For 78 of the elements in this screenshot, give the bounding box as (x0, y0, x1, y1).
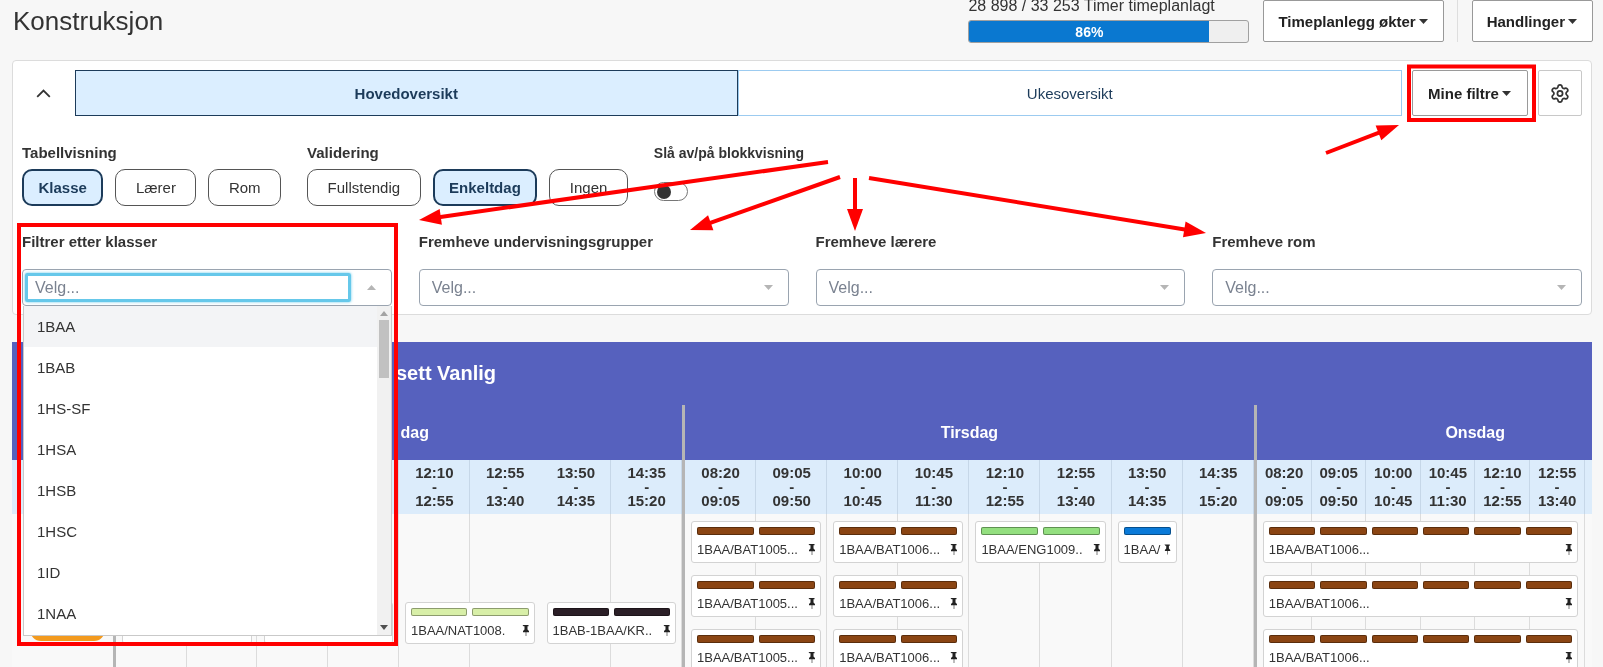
lesson-label: 1BAA/BAT1006... (1268, 595, 1370, 611)
lesson-card[interactable]: 1BAA/BAT1006... (833, 575, 964, 617)
lesson-label: 1BAA/BAT1006... (839, 541, 941, 557)
scroll-up-icon[interactable] (379, 311, 388, 316)
option-button[interactable]: Fullstendig (307, 169, 421, 206)
filter-label: Fremheve undervisningsgrupper (418, 232, 654, 252)
option-button[interactable]: Enkeltdag (432, 169, 538, 206)
lesson-card[interactable]: 1BAA/BAT1006... (1262, 575, 1579, 617)
group-label: Tabellvisning (22, 144, 118, 162)
lesson-card[interactable]: 1BAA/BAT1005... (691, 521, 822, 563)
time-range: 08:20 - 09:05 (701, 466, 740, 508)
time-range: 12:55 - 13:40 (1056, 466, 1096, 508)
dropdown-option[interactable]: 1BAA (24, 306, 377, 347)
filter-menu-button[interactable]: Mine filtre (1411, 70, 1528, 116)
time-range: 12:55 - 13:40 (1537, 466, 1577, 508)
time-range: 14:35 - 15:20 (1199, 466, 1238, 508)
time-range: 09:05 - 09:50 (772, 466, 811, 508)
lesson-card[interactable]: 1BAA/BAT1006... (833, 521, 964, 563)
lesson-label: 1BAA/BAT1006... (1268, 541, 1370, 557)
time-range: 08:20 - 09:05 (1264, 466, 1304, 508)
settings-icon (1550, 83, 1569, 103)
day-header: Onsdag (1256, 405, 1592, 460)
lesson-label: 1BAA/BAT1006... (839, 595, 941, 611)
time-range: 12:10 - 12:55 (985, 466, 1025, 508)
caret-down-icon (1568, 18, 1577, 24)
time-range: 13:50 - 14:35 (556, 466, 596, 508)
time-range: 10:45 - 11:30 (914, 466, 953, 508)
time-range: 12:55 - 13:40 (485, 466, 525, 508)
lesson-label: 1BAA/ (1123, 541, 1161, 557)
lesson-label: 1BAA/BAT1005... (697, 649, 798, 665)
lesson-label: 1BAA/BAT1005... (697, 541, 798, 557)
settings-button[interactable] (1537, 70, 1582, 116)
group-label: Validering (307, 144, 380, 162)
filter-label: Fremheve rom (1212, 232, 1317, 252)
lesson-card[interactable]: 1BAA/BAT1005... (691, 629, 822, 667)
filter-label: Fremheve lærere (815, 232, 938, 252)
page-title: Konstruksjon (13, 6, 165, 36)
time-range: 09:05 - 09:50 (1319, 466, 1358, 508)
time-range: 10:00 - 10:45 (843, 466, 882, 508)
lesson-label: 1BAB-1BAA/KR.. (552, 622, 653, 638)
filter-label: Filtrer etter klasser (22, 232, 159, 252)
option-button[interactable]: Lærer (115, 169, 197, 206)
lesson-card[interactable]: 1BAB-1BAA/KR.. (546, 602, 676, 644)
dropdown-button[interactable]: Timeplanlegg økter (1263, 0, 1444, 42)
chevron-up-icon (35, 88, 51, 98)
lesson-card[interactable]: 1BAA/BAT1006... (1262, 521, 1579, 563)
lesson-label: 1BAA/ENG1009.. (981, 541, 1083, 557)
time-range: 10:00 - 10:45 (1374, 466, 1413, 508)
option-button[interactable]: Rom (208, 169, 282, 206)
scrollbar-thumb[interactable] (378, 320, 389, 378)
schedule-title: sett Vanlig (396, 362, 497, 385)
annotation-arrow (847, 178, 863, 231)
time-range: 13:50 - 14:35 (1127, 466, 1167, 508)
progress-caption: 28 898 / 33 253 Timer timeplanlagt (968, 0, 1216, 15)
day-header: Tirsdag (685, 405, 1254, 460)
lesson-label: 1BAA/BAT1006... (839, 649, 941, 665)
lesson-card[interactable]: 1BAA/ENG1009.. (975, 521, 1106, 563)
lesson-label: 1BAA/BAT1005... (697, 595, 798, 611)
view-tab[interactable]: Hovedoversikt (74, 70, 738, 116)
time-range: 12:10 - 12:55 (1483, 466, 1522, 508)
option-button[interactable]: Klasse (22, 169, 104, 206)
lesson-card[interactable]: 1BAA/NAT1008. (405, 602, 535, 644)
dropdown-button[interactable]: Handlinger (1471, 0, 1593, 42)
time-range: 14:35 - 15:20 (627, 466, 666, 508)
lesson-label: 1BAA/BAT1006... (1268, 649, 1370, 665)
lesson-card[interactable]: 1BAA/BAT1005... (691, 575, 822, 617)
lesson-card[interactable]: 1BAA/BAT1006... (1262, 629, 1579, 667)
time-range: 12:10 - 12:55 (415, 466, 454, 508)
scroll-down-icon[interactable] (379, 625, 388, 630)
toggle-label: Slå av/på blokkvisning (653, 144, 804, 162)
view-tab[interactable]: Ukesoversikt (738, 70, 1402, 116)
lesson-card[interactable]: 1BAA/BAT1006... (833, 629, 964, 667)
caret-down-icon (1501, 90, 1511, 96)
lesson-label: 1BAA/NAT1008. (411, 622, 506, 638)
lesson-card[interactable]: 1BAA/ (1117, 521, 1177, 563)
time-range: 10:45 - 11:30 (1428, 466, 1468, 508)
progress-reading: 86% (1075, 23, 1104, 40)
caret-down-icon (1418, 18, 1428, 24)
